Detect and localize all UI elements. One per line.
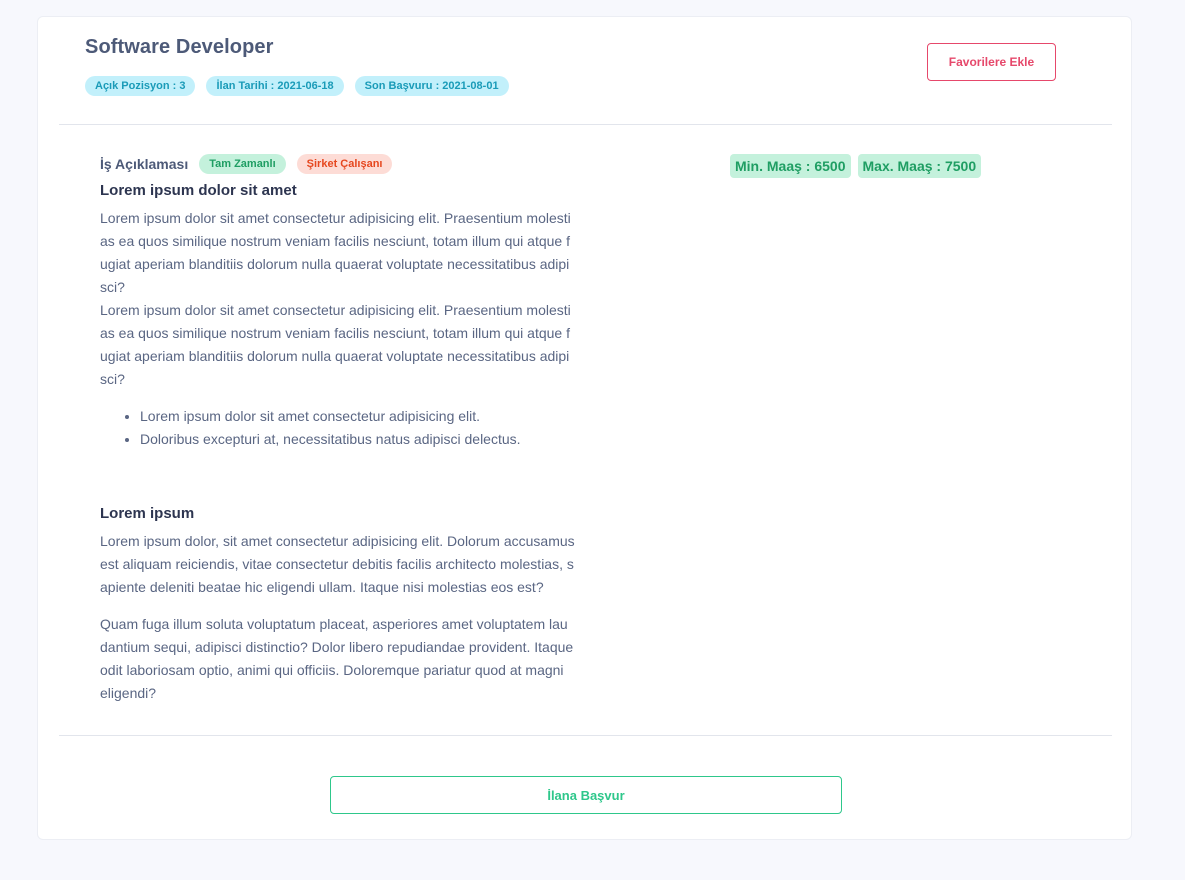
header-divider [59,124,1112,125]
section-title: Lorem ipsum dolor sit amet [100,182,297,199]
description-header: İş Açıklaması Tam Zamanlı Şirket Çalışan… [100,153,575,175]
job-description: İş Açıklaması Tam Zamanlı Şirket Çalışan… [100,153,575,705]
list-item: Doloribus excepturi at, necessitatibus n… [140,428,575,451]
employment-type-badge: Tam Zamanlı [199,154,286,174]
section-title: Lorem ipsum [100,505,195,522]
footer-divider [59,735,1112,736]
add-to-favorites-button[interactable]: Favorilere Ekle [927,43,1056,81]
description-label: İş Açıklaması [100,156,189,172]
section-paragraph: Lorem ipsum dolor sit amet consectetur a… [100,210,571,295]
section-paragraph: Lorem ipsum dolor sit amet consectetur a… [100,302,571,387]
list-item: Lorem ipsum dolor sit amet consectetur a… [140,405,575,428]
deadline-badge: Son Başvuru : 2021-08-01 [354,76,509,96]
section-bullet-list: Lorem ipsum dolor sit amet consectetur a… [100,405,575,451]
section-paragraph: Quam fuga illum soluta voluptatum placea… [100,616,574,701]
listing-date-badge: İlan Tarihi : 2021-06-18 [206,76,344,96]
job-meta-badges: Açık Pozisyon : 3 İlan Tarihi : 2021-06-… [85,76,509,96]
job-detail-card: Software Developer Açık Pozisyon : 3 İla… [37,16,1132,840]
section-paragraph: Lorem ipsum dolor, sit amet consectetur … [100,533,575,595]
apply-button[interactable]: İlana Başvur [330,776,842,814]
job-title: Software Developer [85,36,274,58]
min-salary-badge: Min. Maaş : 6500 [730,154,851,178]
open-positions-badge: Açık Pozisyon : 3 [85,76,196,96]
employee-type-badge: Şirket Çalışanı [296,154,393,174]
max-salary-badge: Max. Maaş : 7500 [857,154,982,178]
salary-range: Min. Maaş : 6500 Max. Maaş : 7500 [730,154,982,178]
